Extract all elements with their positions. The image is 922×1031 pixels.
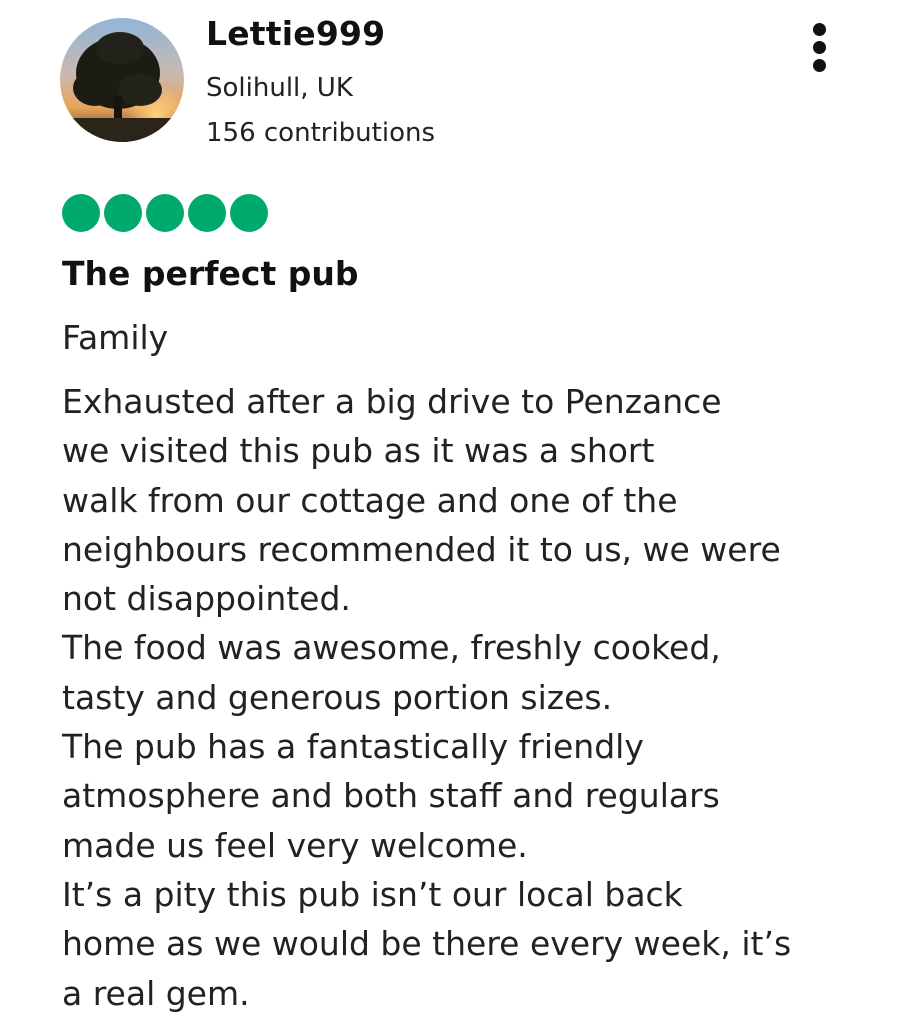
review-text-line: home as we would be there every week, it… xyxy=(62,924,792,964)
review-card: Lettie999 Solihull, UK 156 contributions… xyxy=(0,0,922,1031)
review-text-line: walk from our cottage and one of the xyxy=(62,480,678,520)
review-title: The perfect pub xyxy=(62,254,359,293)
rating-bubble-icon xyxy=(188,194,226,232)
rating-bubble-icon xyxy=(104,194,142,232)
reviewer-contributions[interactable]: 156 contributions xyxy=(206,118,435,148)
review-text-line: a real gem. xyxy=(62,973,250,1013)
review-text-line: The food was awesome, freshly cooked, xyxy=(62,628,721,668)
rating-bubble-icon xyxy=(230,194,268,232)
more-vertical-icon xyxy=(813,59,826,72)
more-options-button[interactable] xyxy=(800,20,840,76)
reviewer-avatar[interactable] xyxy=(60,18,184,142)
rating-bubble-icon xyxy=(62,194,100,232)
rating-bubbles xyxy=(62,194,268,234)
review-text: Exhausted after a big drive to Penzance w… xyxy=(62,377,912,1018)
more-vertical-icon xyxy=(813,23,826,36)
sunset-tree-avatar-icon xyxy=(60,18,184,142)
review-text-line: Exhausted after a big drive to Penzance xyxy=(62,382,722,421)
review-text-line: not disappointed. xyxy=(62,579,351,619)
review-text-line: neighbours recommended it to us, we were xyxy=(62,529,781,569)
reviewer-location: Solihull, UK xyxy=(206,73,353,103)
review-text-line: tasty and generous portion sizes. xyxy=(62,677,613,717)
trip-type: Family xyxy=(62,318,169,357)
review-text-line: atmosphere and both staff and regulars xyxy=(62,776,720,816)
review-text-line: we visited this pub as it was a short xyxy=(62,431,655,471)
more-vertical-icon xyxy=(813,41,826,54)
review-text-line: It’s a pity this pub isn’t our local bac… xyxy=(62,874,683,914)
reviewer-username[interactable]: Lettie999 xyxy=(206,14,385,53)
review-text-line: made us feel very welcome. xyxy=(62,825,528,865)
rating-bubble-icon xyxy=(146,194,184,232)
review-text-line: The pub has a fantastically friendly xyxy=(62,727,644,767)
